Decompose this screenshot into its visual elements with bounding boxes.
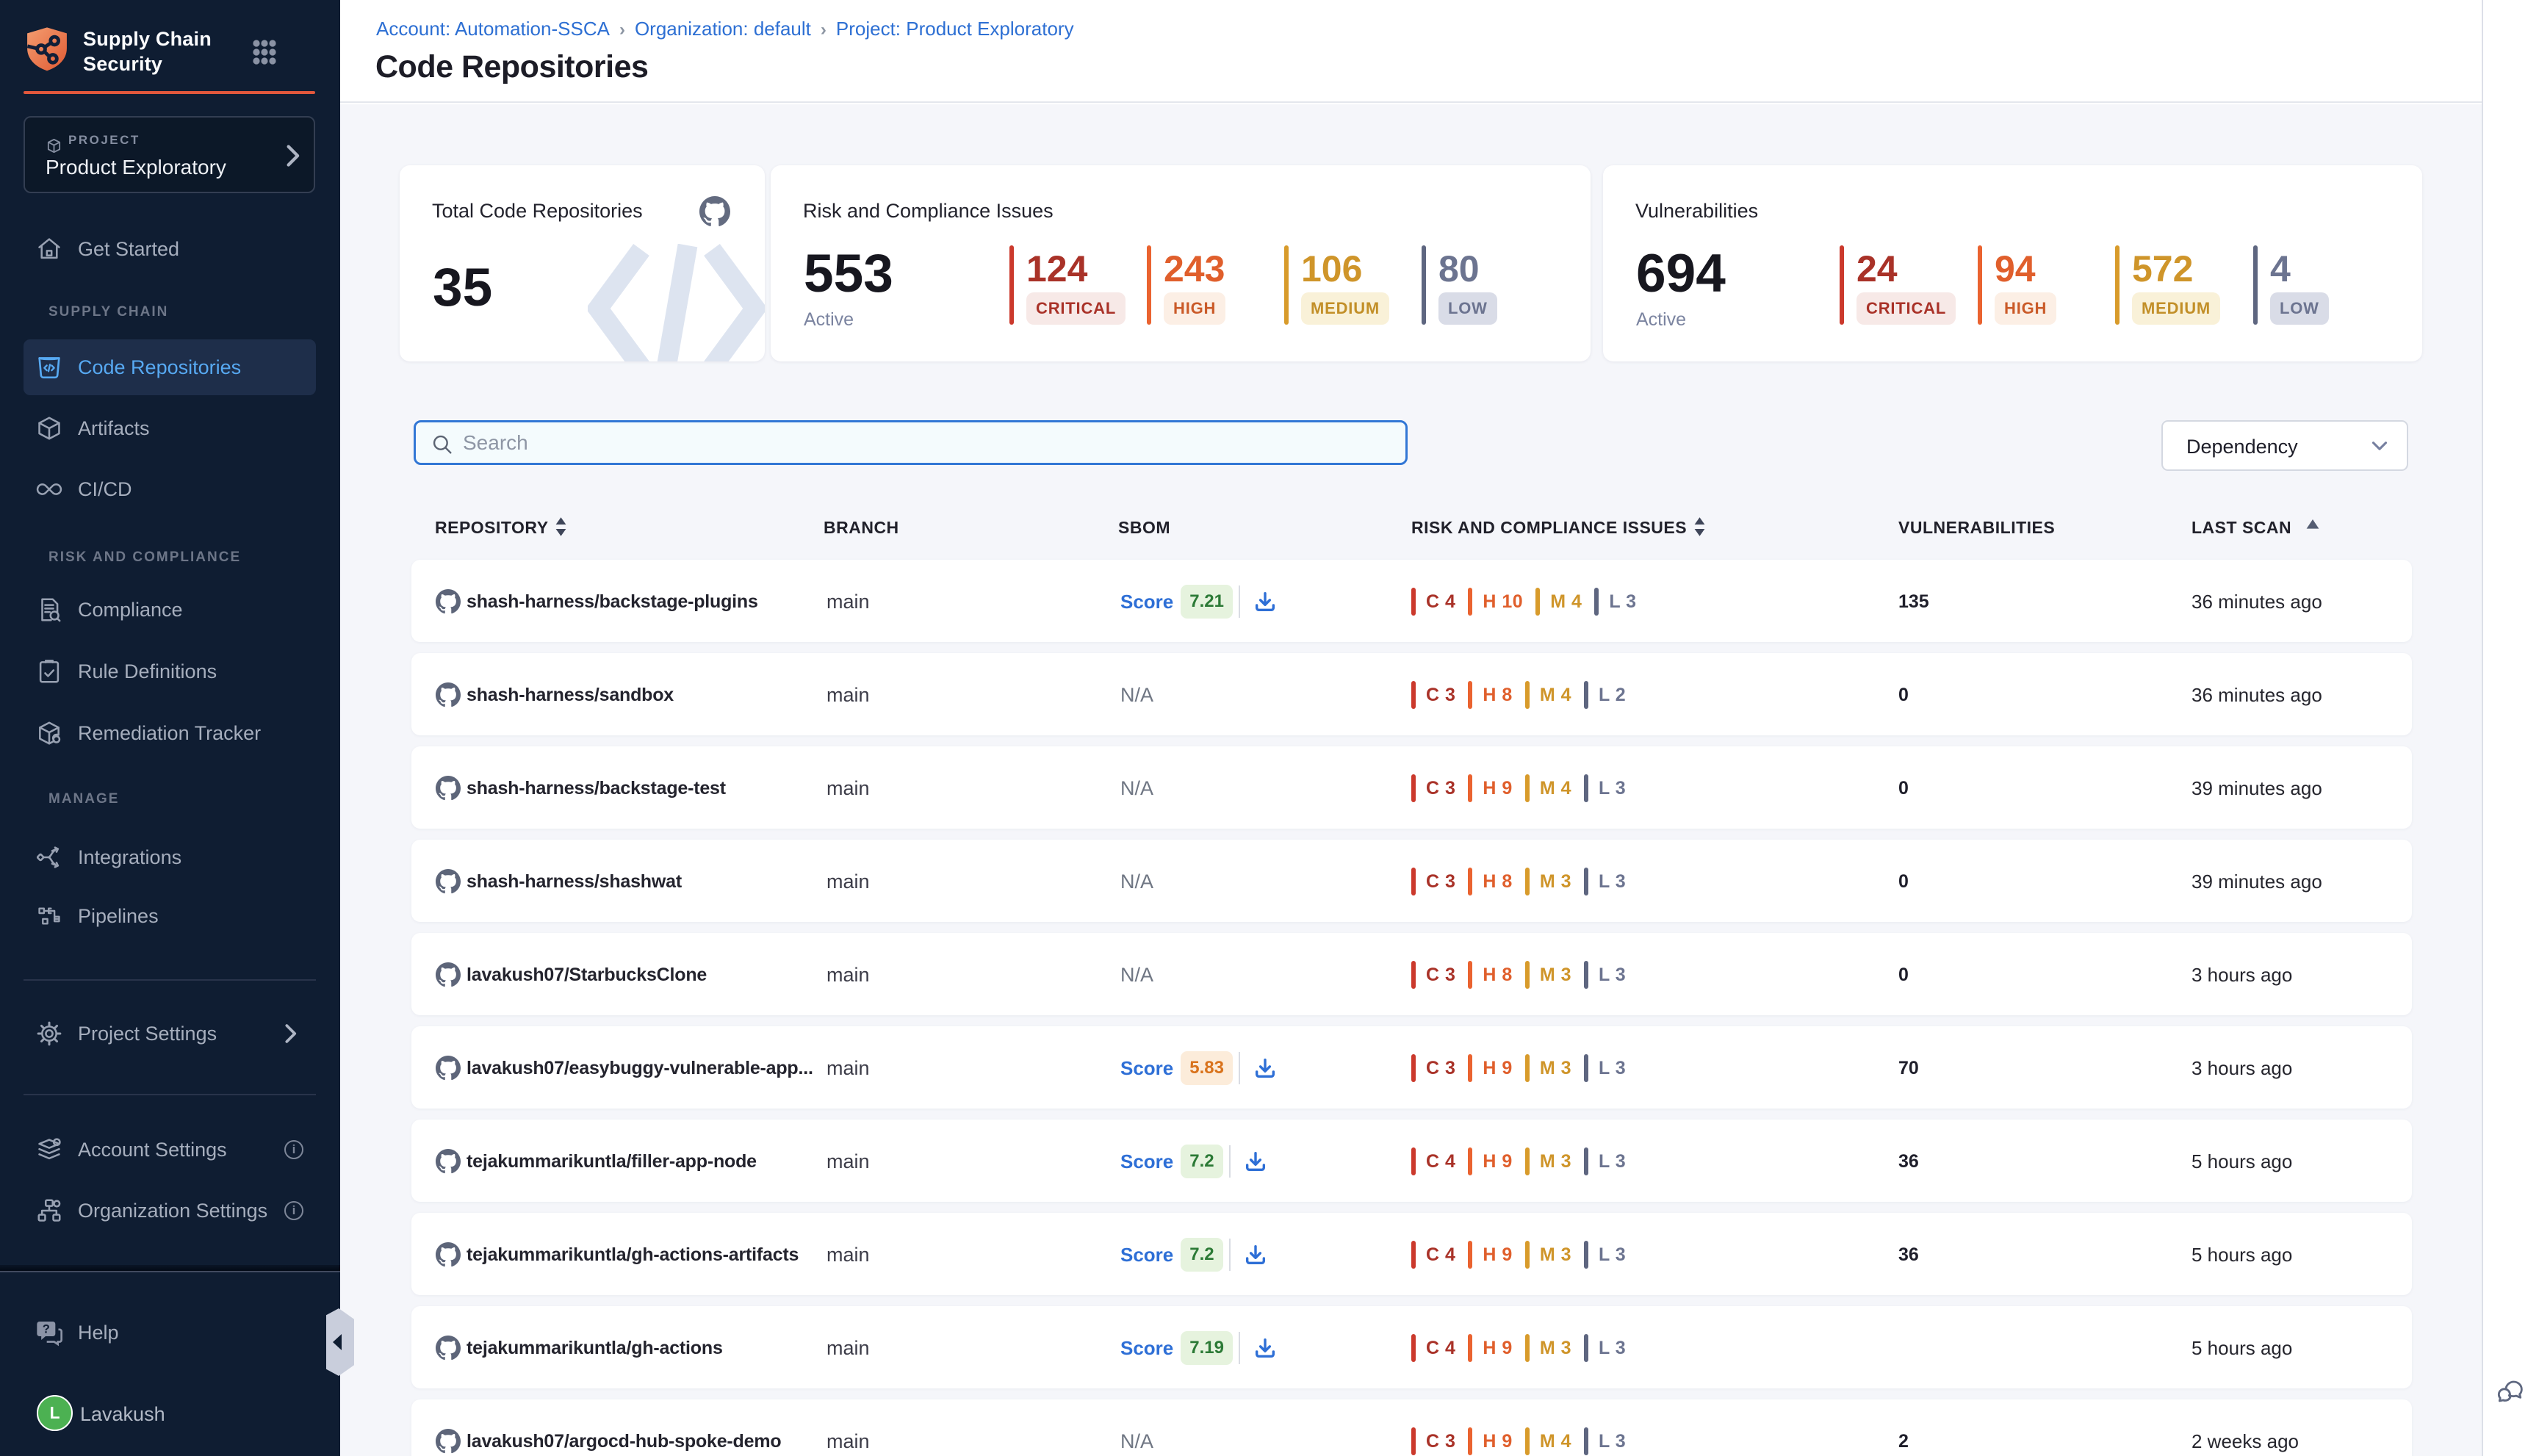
svg-text:?: ? xyxy=(43,1322,50,1336)
